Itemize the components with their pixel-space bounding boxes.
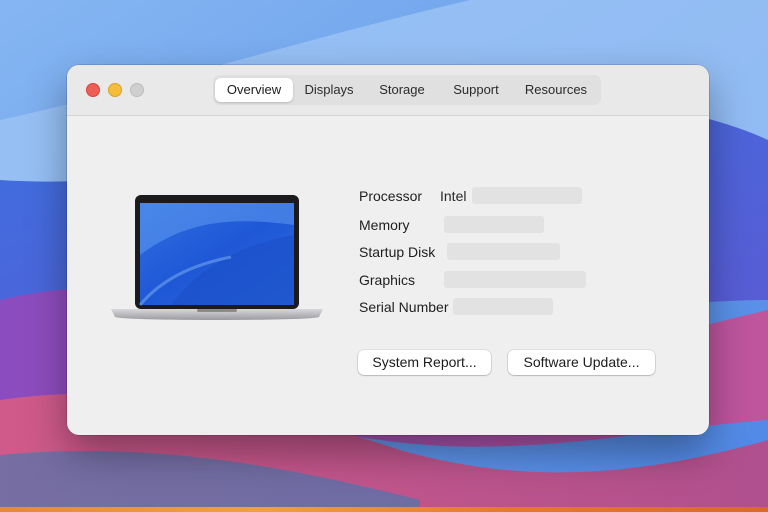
macbook-image xyxy=(111,195,323,320)
close-window-button[interactable] xyxy=(86,83,100,97)
memory-label: Memory xyxy=(359,217,410,233)
processor-value-prefix: Intel xyxy=(440,188,467,204)
tab-displays[interactable]: Displays xyxy=(295,78,363,102)
zoom-window-button xyxy=(130,83,144,97)
memory-value-redacted xyxy=(444,216,544,233)
graphics-value-redacted xyxy=(444,271,586,288)
about-this-mac-window: Overview Displays Storage Support Resour… xyxy=(67,65,709,435)
software-update-button[interactable]: Software Update... xyxy=(508,350,655,375)
tab-resources[interactable]: Resources xyxy=(515,78,597,102)
tab-bar: Overview Displays Storage Support Resour… xyxy=(213,75,601,105)
serial-number-value-redacted xyxy=(453,298,553,315)
serial-number-label: Serial Number xyxy=(359,299,449,315)
dock-edge xyxy=(0,507,768,512)
graphics-label: Graphics xyxy=(359,272,416,288)
minimize-window-button[interactable] xyxy=(108,83,122,97)
startup-disk-value-redacted xyxy=(447,243,560,260)
tab-overview[interactable]: Overview xyxy=(215,78,293,102)
processor-value-redacted xyxy=(472,187,582,204)
system-report-button[interactable]: System Report... xyxy=(358,350,491,375)
processor-label: Processor xyxy=(359,188,423,204)
tab-support[interactable]: Support xyxy=(441,78,511,102)
window-titlebar[interactable]: Overview Displays Storage Support Resour… xyxy=(67,65,709,116)
startup-disk-label: Startup Disk xyxy=(359,244,436,260)
tab-storage[interactable]: Storage xyxy=(367,78,437,102)
